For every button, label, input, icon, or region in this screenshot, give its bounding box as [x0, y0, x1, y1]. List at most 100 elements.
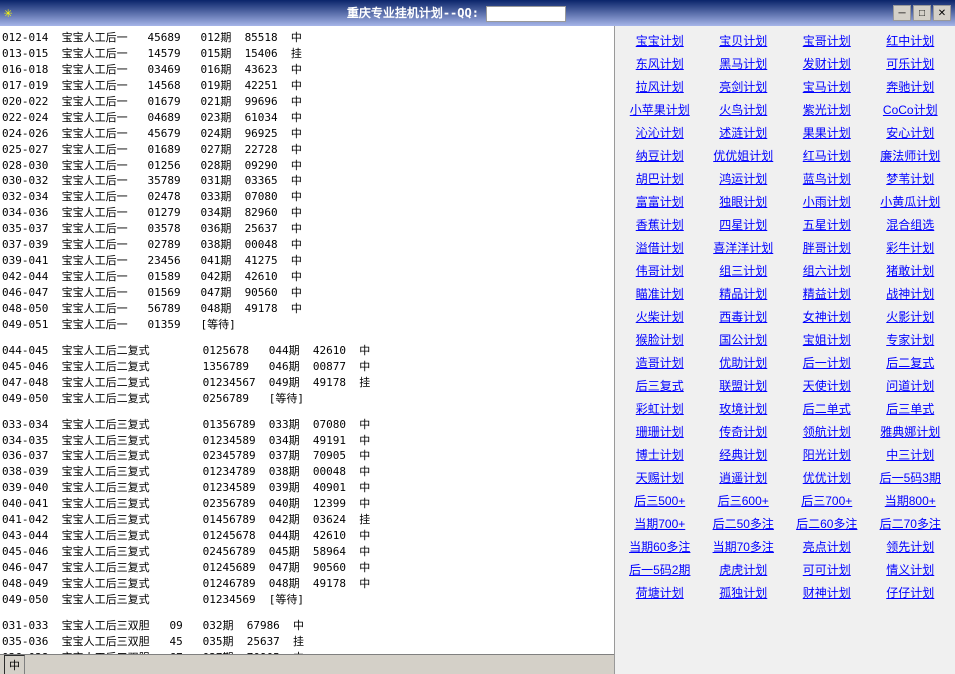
- plan-button[interactable]: 彩牛计划: [870, 237, 952, 258]
- plan-button[interactable]: 造哥计划: [619, 352, 701, 373]
- plan-button[interactable]: 问道计划: [870, 375, 952, 396]
- plan-button[interactable]: 后二60多注: [786, 513, 868, 534]
- plan-button[interactable]: 天使计划: [786, 375, 868, 396]
- plan-button[interactable]: 宝姐计划: [786, 329, 868, 350]
- plan-button[interactable]: 沁沁计划: [619, 122, 701, 143]
- plan-button[interactable]: 蓝鸟计划: [786, 168, 868, 189]
- qq-input[interactable]: [486, 6, 566, 22]
- plan-button[interactable]: 西毒计划: [703, 306, 785, 327]
- plan-button[interactable]: 鸿运计划: [703, 168, 785, 189]
- plan-button[interactable]: 四星计划: [703, 214, 785, 235]
- left-scroll-area[interactable]: 012-014 宝宝人工后一 45689 012期 85518 中013-015…: [0, 26, 614, 674]
- plan-button[interactable]: 火鸟计划: [703, 99, 785, 120]
- plan-button[interactable]: 精品计划: [703, 283, 785, 304]
- plan-button[interactable]: 小黄瓜计划: [870, 191, 952, 212]
- plan-button[interactable]: 孤独计划: [703, 582, 785, 603]
- plan-button[interactable]: 拉风计划: [619, 76, 701, 97]
- plan-button[interactable]: 可可计划: [786, 559, 868, 580]
- plan-button[interactable]: 当期70多注: [703, 536, 785, 557]
- plan-button[interactable]: 雅典娜计划: [870, 421, 952, 442]
- plan-button[interactable]: 战神计划: [870, 283, 952, 304]
- plan-button[interactable]: 当期800+: [870, 490, 952, 511]
- plan-button[interactable]: 后三单式: [870, 398, 952, 419]
- plan-button[interactable]: 财神计划: [786, 582, 868, 603]
- plan-button[interactable]: 优优姐计划: [703, 145, 785, 166]
- plan-button[interactable]: 安心计划: [870, 122, 952, 143]
- plan-button[interactable]: 后二单式: [786, 398, 868, 419]
- plan-button[interactable]: 当期700+: [619, 513, 701, 534]
- plan-button[interactable]: 述涟计划: [703, 122, 785, 143]
- plan-button[interactable]: 混合组选: [870, 214, 952, 235]
- plan-button[interactable]: 组六计划: [786, 260, 868, 281]
- plan-button[interactable]: 猪敢计划: [870, 260, 952, 281]
- plan-button[interactable]: 富富计划: [619, 191, 701, 212]
- plan-button[interactable]: 胖哥计划: [786, 237, 868, 258]
- plan-button[interactable]: 宝哥计划: [786, 30, 868, 51]
- plan-button[interactable]: 小苹果计划: [619, 99, 701, 120]
- plan-button[interactable]: 后三600+: [703, 490, 785, 511]
- plan-button[interactable]: 珊珊计划: [619, 421, 701, 442]
- plan-button[interactable]: 后三500+: [619, 490, 701, 511]
- plan-button[interactable]: 奔驰计划: [870, 76, 952, 97]
- plan-button[interactable]: 领航计划: [786, 421, 868, 442]
- plan-button[interactable]: 五星计划: [786, 214, 868, 235]
- plan-button[interactable]: 女神计划: [786, 306, 868, 327]
- plan-button[interactable]: 廉法师计划: [870, 145, 952, 166]
- plan-button[interactable]: 胡巴计划: [619, 168, 701, 189]
- plan-button[interactable]: 后二复式: [870, 352, 952, 373]
- plan-button[interactable]: 后二50多注: [703, 513, 785, 534]
- plan-button[interactable]: 宝宝计划: [619, 30, 701, 51]
- plan-button[interactable]: 后一计划: [786, 352, 868, 373]
- minimize-button[interactable]: ─: [893, 5, 911, 21]
- plan-button[interactable]: 逍遥计划: [703, 467, 785, 488]
- plan-button[interactable]: 亮剑计划: [703, 76, 785, 97]
- plan-button[interactable]: 可乐计划: [870, 53, 952, 74]
- plan-button[interactable]: 猴脸计划: [619, 329, 701, 350]
- plan-button[interactable]: 梦苇计划: [870, 168, 952, 189]
- plan-button[interactable]: 领先计划: [870, 536, 952, 557]
- plan-button[interactable]: 经典计划: [703, 444, 785, 465]
- plan-button[interactable]: 小雨计划: [786, 191, 868, 212]
- plan-button[interactable]: 宝马计划: [786, 76, 868, 97]
- plan-button[interactable]: 后一5码2期: [619, 559, 701, 580]
- plan-button[interactable]: 后三700+: [786, 490, 868, 511]
- plan-button[interactable]: 联盟计划: [703, 375, 785, 396]
- plan-button[interactable]: 优优计划: [786, 467, 868, 488]
- plan-button[interactable]: 天赐计划: [619, 467, 701, 488]
- plan-button[interactable]: 后二70多注: [870, 513, 952, 534]
- plan-button[interactable]: 发财计划: [786, 53, 868, 74]
- plan-button[interactable]: 当期60多注: [619, 536, 701, 557]
- plan-button[interactable]: 优助计划: [703, 352, 785, 373]
- plan-button[interactable]: 仔仔计划: [870, 582, 952, 603]
- plan-button[interactable]: 紫光计划: [786, 99, 868, 120]
- plan-button[interactable]: 果果计划: [786, 122, 868, 143]
- plan-button[interactable]: 红马计划: [786, 145, 868, 166]
- plan-button[interactable]: 情义计划: [870, 559, 952, 580]
- plan-button[interactable]: 宝贝计划: [703, 30, 785, 51]
- plan-button[interactable]: 虎虎计划: [703, 559, 785, 580]
- plan-button[interactable]: 荷塘计划: [619, 582, 701, 603]
- plan-button[interactable]: 黑马计划: [703, 53, 785, 74]
- plan-button[interactable]: 东风计划: [619, 53, 701, 74]
- plan-button[interactable]: 亮点计划: [786, 536, 868, 557]
- plan-button[interactable]: 纳豆计划: [619, 145, 701, 166]
- plan-button[interactable]: 独眼计划: [703, 191, 785, 212]
- plan-button[interactable]: 喜洋洋计划: [703, 237, 785, 258]
- plan-button[interactable]: 精益计划: [786, 283, 868, 304]
- plan-button[interactable]: 阳光计划: [786, 444, 868, 465]
- plan-button[interactable]: 后一5码3期: [870, 467, 952, 488]
- maximize-button[interactable]: □: [913, 5, 931, 21]
- plan-button[interactable]: 国公计划: [703, 329, 785, 350]
- plan-button[interactable]: 传奇计划: [703, 421, 785, 442]
- plan-button[interactable]: 专家计划: [870, 329, 952, 350]
- plan-button[interactable]: 伟哥计划: [619, 260, 701, 281]
- plan-button[interactable]: 火柴计划: [619, 306, 701, 327]
- plan-button[interactable]: 中三计划: [870, 444, 952, 465]
- close-button[interactable]: ✕: [933, 5, 951, 21]
- right-panel[interactable]: 宝宝计划宝贝计划宝哥计划红中计划东风计划黑马计划发财计划可乐计划拉风计划亮剑计划…: [615, 26, 955, 674]
- plan-button[interactable]: 火影计划: [870, 306, 952, 327]
- plan-button[interactable]: 瞄准计划: [619, 283, 701, 304]
- plan-button[interactable]: 博士计划: [619, 444, 701, 465]
- plan-button[interactable]: 后三复式: [619, 375, 701, 396]
- plan-button[interactable]: 组三计划: [703, 260, 785, 281]
